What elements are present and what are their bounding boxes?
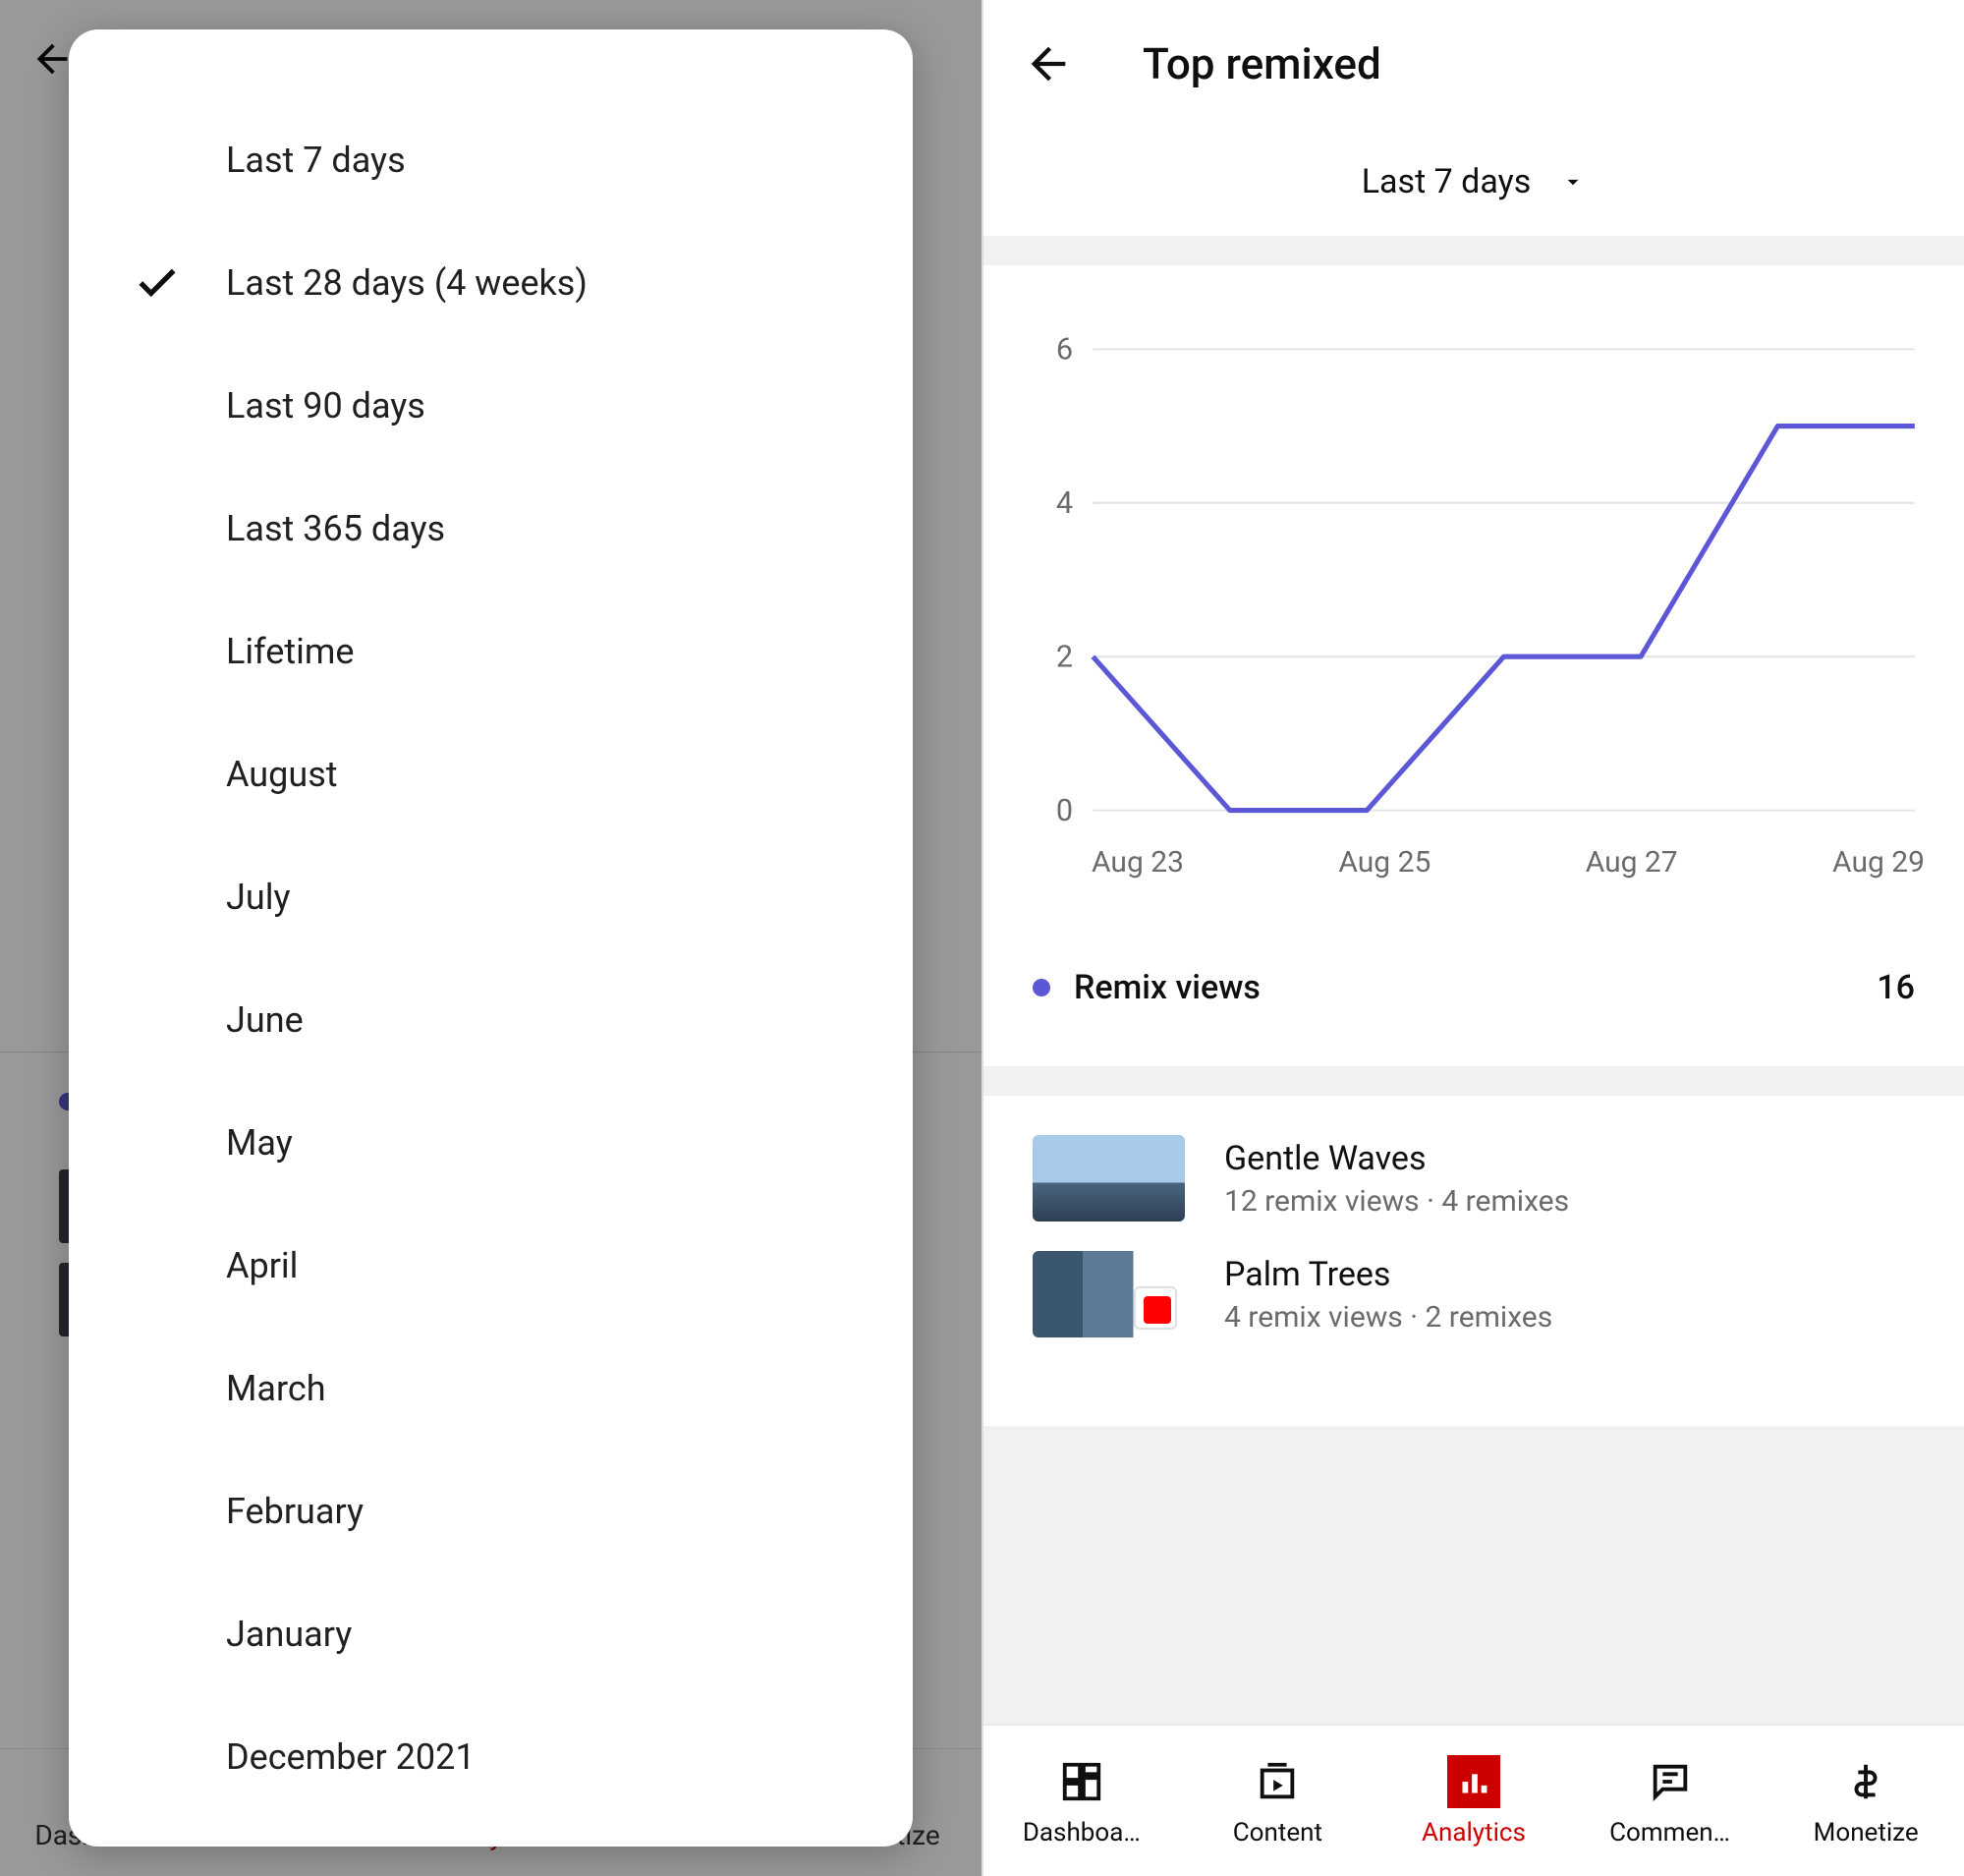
dashboard-icon xyxy=(1055,1755,1108,1808)
date-range-label: Last 90 days xyxy=(226,385,425,426)
tab-comments[interactable]: Commen… xyxy=(1572,1726,1768,1876)
caret-down-icon xyxy=(1560,169,1586,195)
tab-monetize[interactable]: Monetize xyxy=(1768,1726,1964,1876)
date-filter-label: Last 7 days xyxy=(1362,162,1532,201)
legend-dot-icon xyxy=(1033,979,1050,996)
date-range-option[interactable]: Last 28 days (4 weeks) xyxy=(69,221,913,344)
content-icon xyxy=(1251,1755,1304,1808)
date-range-label: March xyxy=(226,1368,326,1409)
right-bottom-nav: Dashboa… Content Analytics Commen… xyxy=(983,1724,1964,1876)
divider xyxy=(983,1066,1964,1096)
remixed-item[interactable]: Palm Trees 4 remix views · 2 remixes xyxy=(1033,1251,1915,1337)
comments-icon xyxy=(1644,1755,1697,1808)
date-range-option[interactable]: August xyxy=(69,712,913,835)
video-thumbnail xyxy=(1033,1135,1185,1222)
left-screen: Dashboa… Content Analytics Commen… Monet… xyxy=(0,0,982,1876)
tab-label: Dashboa… xyxy=(1023,1818,1141,1848)
date-range-option[interactable]: Last 365 days xyxy=(69,467,913,590)
date-range-modal: Last 7 days Last 28 days (4 weeks) Last 90… xyxy=(69,29,913,1847)
date-range-option[interactable]: November 2021 xyxy=(69,1818,913,1847)
spacer xyxy=(983,1426,1964,1724)
date-range-label: April xyxy=(226,1245,298,1286)
remixed-item[interactable]: Gentle Waves 12 remix views · 4 remixes xyxy=(1033,1135,1915,1222)
remixed-list: Gentle Waves 12 remix views · 4 remixes … xyxy=(983,1096,1964,1426)
x-tick-label: Aug 23 xyxy=(1092,845,1184,880)
chart-legend-row: Remix views 16 xyxy=(983,909,1964,1066)
date-range-label: August xyxy=(226,754,338,795)
page-title: Top remixed xyxy=(1143,38,1381,89)
tab-label: Content xyxy=(1233,1818,1322,1848)
svg-text:0: 0 xyxy=(1056,794,1073,825)
tab-analytics[interactable]: Analytics xyxy=(1375,1726,1572,1876)
date-range-label: Last 28 days (4 weeks) xyxy=(226,262,588,304)
chart-x-axis: Aug 23 Aug 25 Aug 27 Aug 29 xyxy=(1023,825,1925,880)
svg-text:4: 4 xyxy=(1056,486,1073,521)
legend-value: 16 xyxy=(1877,968,1915,1007)
legend-label: Remix views xyxy=(1074,968,1261,1007)
date-range-option[interactable]: July xyxy=(69,835,913,958)
tab-dashboard[interactable]: Dashboa… xyxy=(983,1726,1180,1876)
tab-label: Analytics xyxy=(1422,1818,1526,1848)
video-thumbnail xyxy=(1033,1251,1185,1337)
checkmark-icon xyxy=(128,254,187,313)
date-range-option[interactable]: Lifetime xyxy=(69,590,913,712)
date-range-option[interactable]: February xyxy=(69,1450,913,1572)
x-tick-label: Aug 27 xyxy=(1586,845,1678,880)
date-range-label: December 2021 xyxy=(226,1736,476,1778)
date-range-option[interactable]: April xyxy=(69,1204,913,1327)
date-range-option[interactable]: December 2021 xyxy=(69,1695,913,1818)
x-tick-label: Aug 29 xyxy=(1832,845,1925,880)
date-filter-dropdown[interactable]: Last 7 days xyxy=(983,128,1964,236)
analytics-icon xyxy=(1447,1755,1500,1808)
date-range-label: February xyxy=(226,1491,364,1532)
date-range-label: June xyxy=(226,999,304,1041)
video-title: Palm Trees xyxy=(1224,1255,1552,1294)
video-meta: 12 remix views · 4 remixes xyxy=(1224,1184,1569,1219)
date-range-option[interactable]: Last 90 days xyxy=(69,344,913,467)
back-arrow-icon[interactable] xyxy=(1023,38,1074,89)
date-range-label: January xyxy=(226,1614,352,1655)
divider xyxy=(983,236,1964,265)
svg-text:2: 2 xyxy=(1056,640,1073,674)
date-range-option[interactable]: June xyxy=(69,958,913,1081)
date-range-label: Lifetime xyxy=(226,631,355,672)
date-range-option[interactable]: January xyxy=(69,1572,913,1695)
date-range-label: Last 7 days xyxy=(226,140,406,181)
video-meta: 4 remix views · 2 remixes xyxy=(1224,1300,1552,1335)
tab-label: Commen… xyxy=(1609,1818,1730,1848)
right-screen: Top remixed Last 7 days 0246 Aug 23Aug 2… xyxy=(982,0,1964,1876)
date-range-option[interactable]: Last 7 days xyxy=(69,98,913,221)
tab-label: Monetize xyxy=(1814,1818,1919,1848)
right-topbar: Top remixed xyxy=(983,0,1964,128)
svg-text:6: 6 xyxy=(1056,334,1073,368)
tab-content[interactable]: Content xyxy=(1180,1726,1376,1876)
x-tick-label: Aug 25 xyxy=(1338,845,1431,880)
date-range-label: May xyxy=(226,1122,293,1164)
remix-views-chart: 0 2 4 6 xyxy=(1023,334,1925,825)
monetize-icon xyxy=(1839,1755,1892,1808)
date-range-option[interactable]: March xyxy=(69,1327,913,1450)
date-range-option[interactable]: May xyxy=(69,1081,913,1204)
chart-container: 0 2 4 6 Aug 23 Aug 25 Aug 27 Aug 29 xyxy=(983,265,1964,909)
date-range-label: July xyxy=(226,877,291,918)
shorts-badge-icon xyxy=(1144,1296,1171,1324)
date-range-label: Last 365 days xyxy=(226,508,445,549)
video-title: Gentle Waves xyxy=(1224,1139,1569,1178)
